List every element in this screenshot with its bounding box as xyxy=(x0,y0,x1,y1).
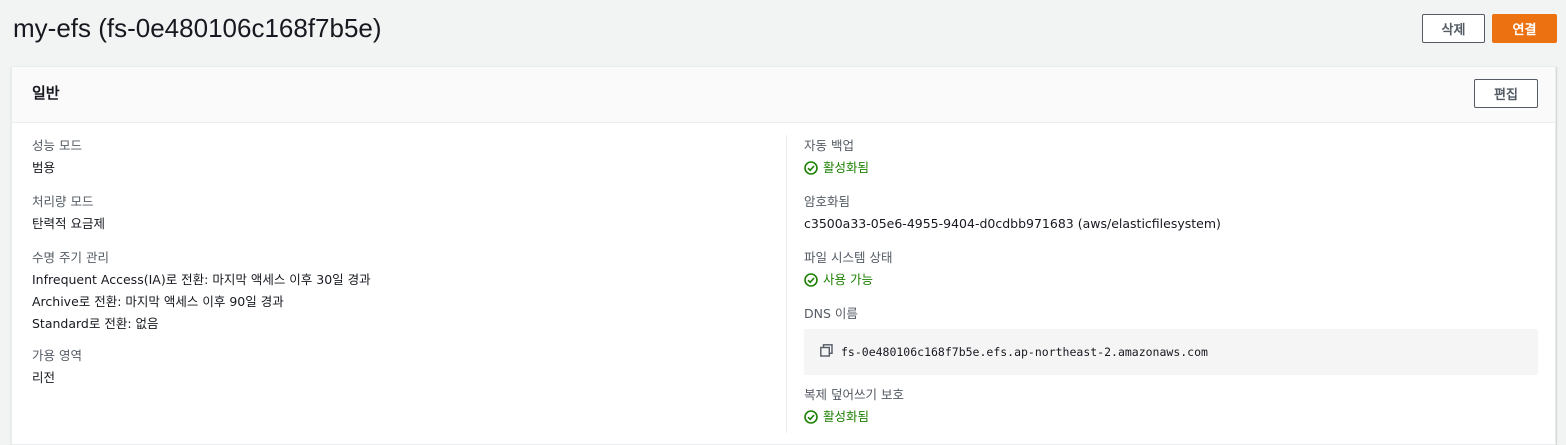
availability-zone-value: 리전 xyxy=(32,370,56,385)
edit-button[interactable]: 편집 xyxy=(1474,79,1538,108)
throughput-mode-value: 탄력적 요금제 xyxy=(32,216,105,231)
auto-backup-value: 활성화됨 xyxy=(823,160,870,175)
auto-backup-label: 자동 백업 xyxy=(804,138,854,153)
fs-state-value: 사용 가능 xyxy=(823,272,873,287)
auto-backup-field: 자동 백업 활성화됨 xyxy=(804,135,869,179)
throughput-mode-label: 처리량 모드 xyxy=(32,194,94,209)
encryption-value: c3500a33-05e6-4955-9404-d0cdbb971683 (aw… xyxy=(804,216,1221,231)
dns-code-box: fs-0e480106c168f7b5e.efs.ap-northeast-2.… xyxy=(804,329,1538,375)
general-panel: 일반 편집 성능 모드 범용 처리량 모드 탄력적 요금제 수명 주기 관리 I… xyxy=(11,66,1556,445)
page-title: my-efs (fs-0e480106c168f7b5e) xyxy=(13,13,382,43)
fs-state-label: 파일 시스템 상태 xyxy=(804,250,893,265)
panel-title: 일반 xyxy=(32,84,60,102)
lifecycle-field: 수명 주기 관리 Infrequent Access(IA)로 전환: 마지막 … xyxy=(32,247,371,335)
performance-mode-field: 성능 모드 범용 xyxy=(32,135,82,179)
dns-value: fs-0e480106c168f7b5e.efs.ap-northeast-2.… xyxy=(841,345,1208,359)
performance-mode-value: 범용 xyxy=(32,160,56,175)
status-positive-icon xyxy=(804,410,818,424)
delete-button[interactable]: 삭제 xyxy=(1422,14,1485,43)
auto-backup-status: 활성화됨 xyxy=(804,157,869,179)
page-header: my-efs (fs-0e480106c168f7b5e) 삭제 연결 xyxy=(0,0,1566,60)
lifecycle-ia-value: Infrequent Access(IA)로 전환: 마지막 액세스 이후 30… xyxy=(32,272,371,287)
encryption-field: 암호화됨 c3500a33-05e6-4955-9404-d0cdbb97168… xyxy=(804,191,1221,235)
lifecycle-label: 수명 주기 관리 xyxy=(32,250,109,265)
dns-field: DNS 이름 xyxy=(804,303,858,325)
availability-zone-label: 가용 영역 xyxy=(32,348,82,363)
replication-overwrite-label: 복제 덮어쓰기 보호 xyxy=(804,387,904,402)
column-divider xyxy=(786,135,787,433)
status-positive-icon xyxy=(804,273,818,287)
performance-mode-label: 성능 모드 xyxy=(32,138,82,153)
encryption-label: 암호화됨 xyxy=(804,194,851,209)
replication-overwrite-field: 복제 덮어쓰기 보호 활성화됨 xyxy=(804,384,904,428)
lifecycle-standard-value: Standard로 전환: 없음 xyxy=(32,316,159,331)
lifecycle-archive-value: Archive로 전환: 마지막 액세스 이후 90일 경과 xyxy=(32,294,284,309)
dns-label: DNS 이름 xyxy=(804,306,858,321)
copy-icon[interactable] xyxy=(820,344,833,362)
throughput-mode-field: 처리량 모드 탄력적 요금제 xyxy=(32,191,105,235)
replication-overwrite-value: 활성화됨 xyxy=(823,409,870,424)
availability-zone-field: 가용 영역 리전 xyxy=(32,345,82,389)
fs-state-status: 사용 가능 xyxy=(804,269,892,291)
status-positive-icon xyxy=(804,161,818,175)
fs-state-field: 파일 시스템 상태 사용 가능 xyxy=(804,247,892,291)
panel-header: 일반 편집 xyxy=(12,67,1555,123)
connect-button[interactable]: 연결 xyxy=(1492,14,1557,43)
replication-overwrite-status: 활성화됨 xyxy=(804,406,904,428)
